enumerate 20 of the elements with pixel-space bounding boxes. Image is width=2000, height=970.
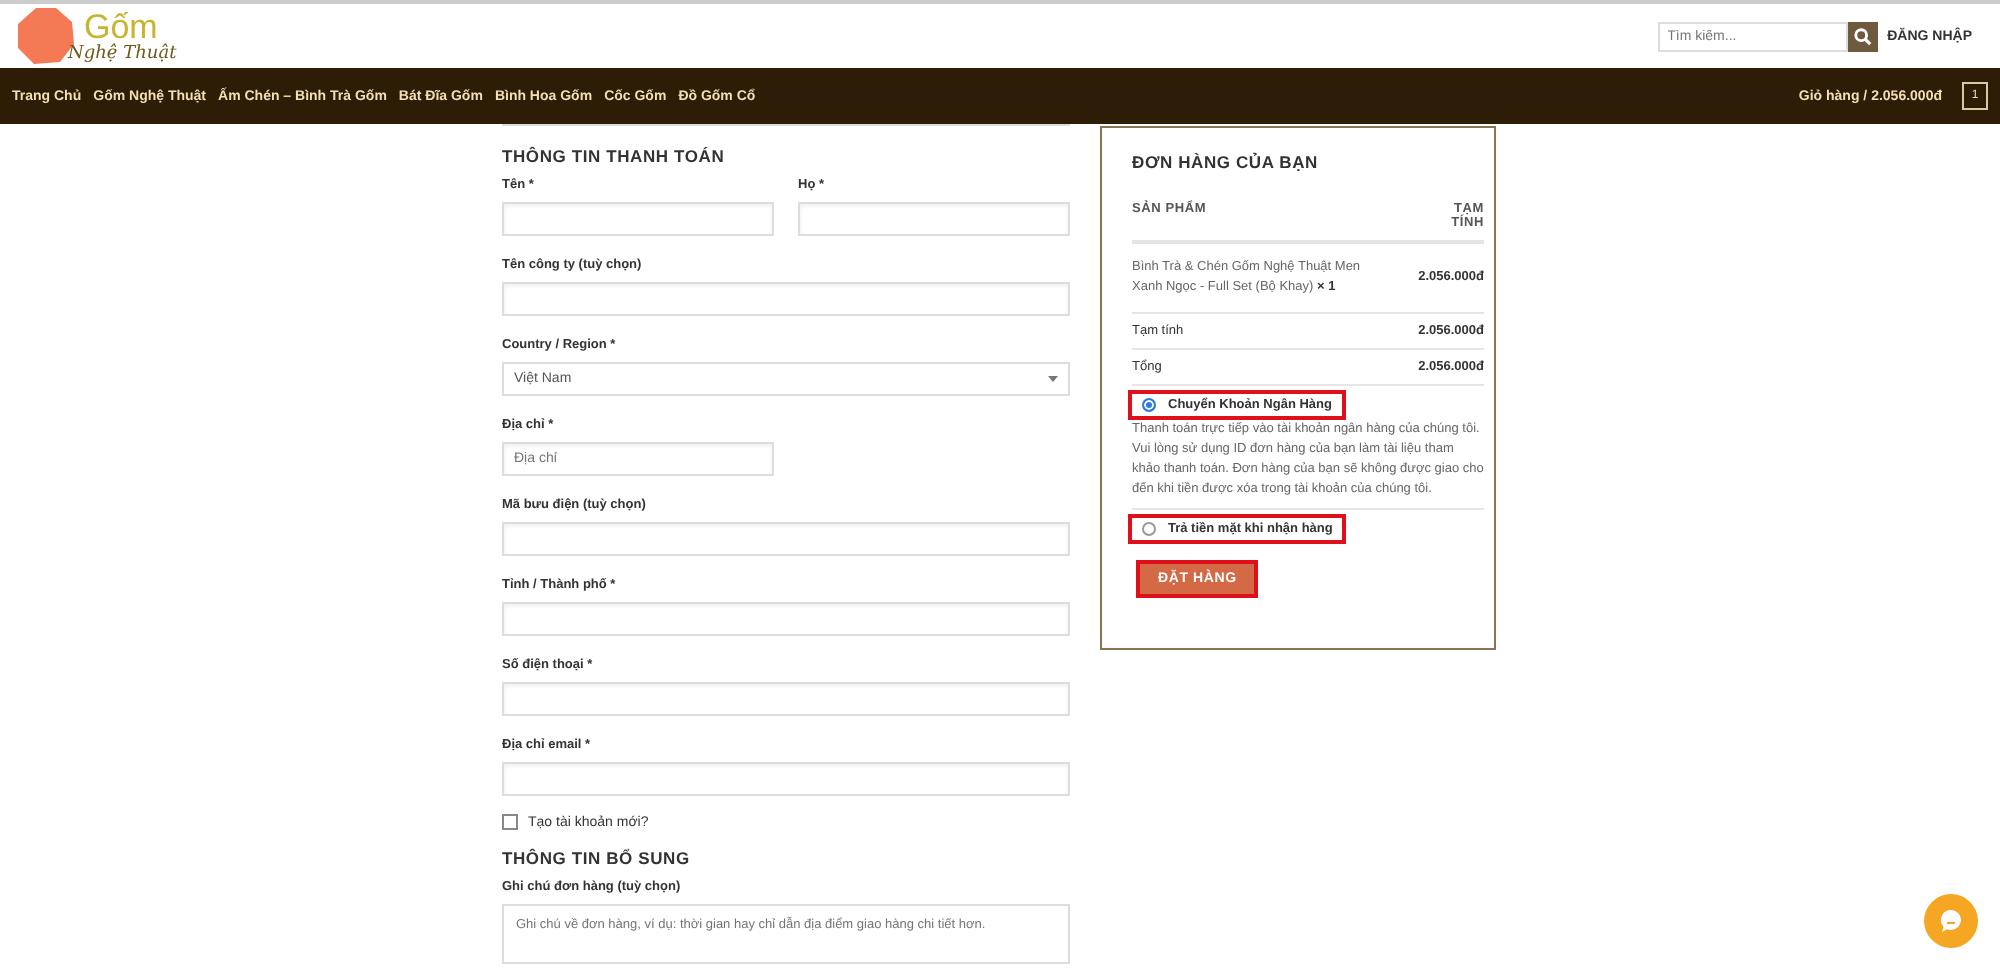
search-button[interactable] [1847,21,1878,51]
input-field[interactable] [502,282,1070,316]
radio-button[interactable] [1142,397,1156,411]
chat-icon [1938,908,1964,934]
search-icon [1853,27,1872,45]
input-field[interactable] [502,602,1070,636]
input-field[interactable] [502,202,774,236]
input-field[interactable] [502,522,1070,556]
input-field[interactable] [798,202,1070,236]
input-field[interactable] [502,762,1070,796]
checkbox[interactable] [502,814,518,830]
caret-icon [1048,376,1058,382]
input-field[interactable] [502,682,1070,716]
order-title: ĐƠN HÀNG CỦA BẠN [1132,152,1320,172]
radio-button[interactable] [1142,521,1156,536]
chat-button[interactable] [1924,894,1978,948]
section-title: THÔNG TIN THANH TOÁN [502,146,727,166]
logo-title: Gốm [84,9,158,43]
logo-subtitle: Nghệ Thuật [68,43,177,63]
section-title: THÔNG TIN BỔ SUNG [502,848,692,868]
